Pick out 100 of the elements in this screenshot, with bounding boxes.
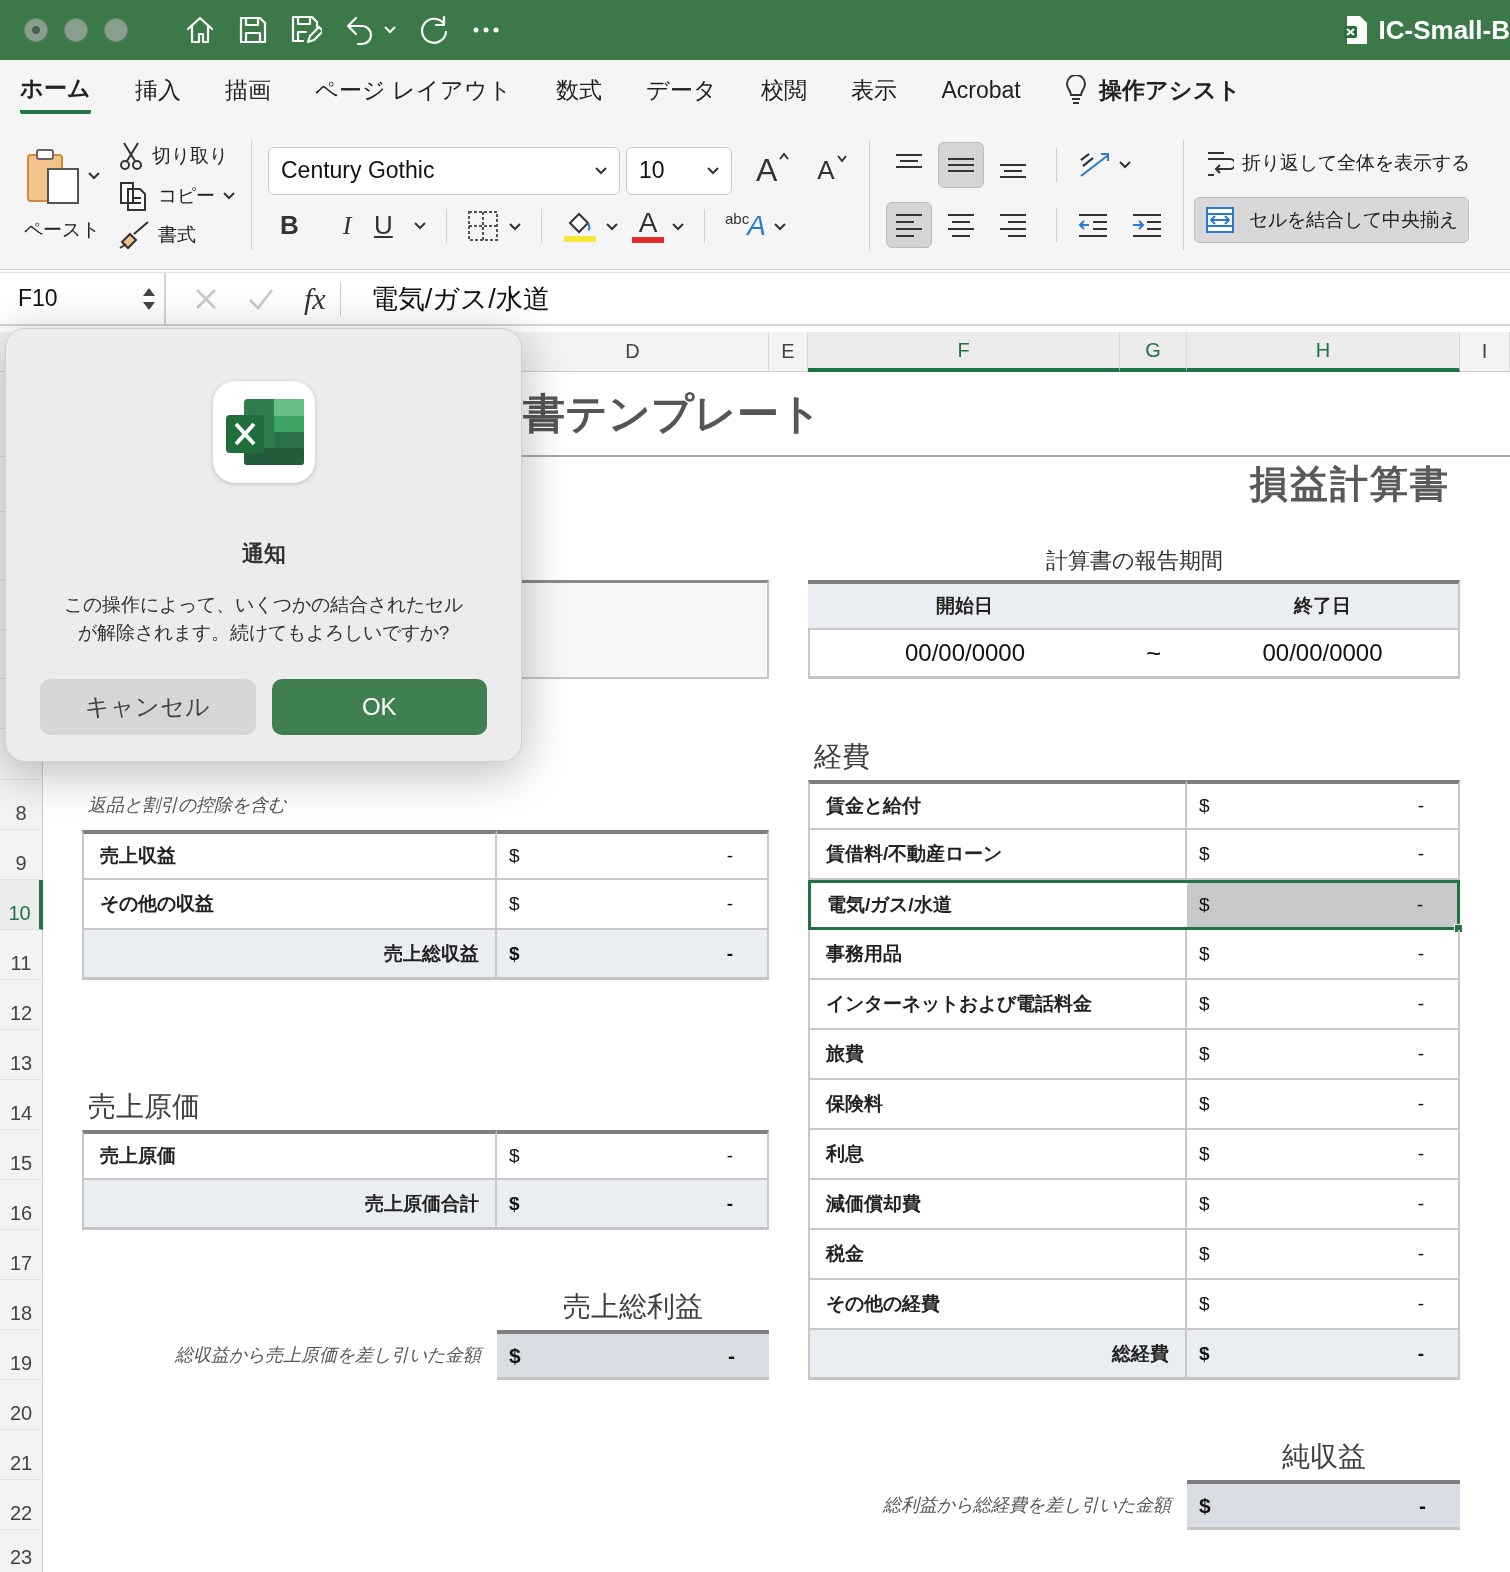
period-caption: 計算書の報告期間 (1044, 547, 1224, 575)
fill-handle[interactable] (1454, 924, 1463, 933)
brush-icon[interactable] (118, 219, 150, 250)
column-header[interactable]: G (1120, 332, 1187, 372)
copy-button[interactable]: コピー (158, 182, 215, 209)
caret-up-icon[interactable] (779, 152, 790, 160)
cell-value: - (1417, 1093, 1424, 1115)
section-note: 返品と割引の控除を含む (87, 794, 288, 817)
formula-input[interactable]: 電気/ガス/水道 (370, 280, 550, 317)
underline-button[interactable]: U (374, 210, 414, 241)
currency-symbol: $ (1199, 894, 1210, 916)
cut-button[interactable]: 切り取り (152, 142, 228, 169)
ribbon-tab[interactable]: 描画 (225, 68, 271, 112)
amount-cell[interactable]: $ - (1187, 1180, 1460, 1230)
row-header[interactable]: 14 (0, 1080, 43, 1130)
save-edit-icon[interactable] (290, 14, 322, 46)
row-header[interactable]: 9 (0, 830, 43, 880)
row-header[interactable]: 13 (0, 1030, 43, 1080)
row-header[interactable]: 20 (0, 1380, 43, 1430)
ok-button[interactable]: OK (271, 679, 487, 735)
home-icon[interactable] (184, 14, 216, 46)
amount-cell[interactable]: $ - (1187, 1330, 1460, 1380)
amount-cell[interactable]: $ - (1187, 1130, 1460, 1180)
caret-icon[interactable] (773, 222, 786, 231)
tell-me-button[interactable]: 操作アシスト (1098, 68, 1241, 112)
amount-cell[interactable]: $ - (1187, 880, 1460, 930)
amount-cell[interactable]: $ - (1187, 1230, 1460, 1280)
ribbon-tab[interactable]: データ (646, 68, 718, 112)
cancel-button[interactable]: キャンセル (40, 679, 256, 735)
format-painter-button[interactable]: 書式 (158, 221, 196, 248)
paste-label[interactable]: ペースト (24, 216, 100, 243)
insert-function-button[interactable]: fx (304, 281, 341, 316)
amount-cell[interactable]: $ - (1187, 1080, 1460, 1130)
currency-symbol: $ (1199, 1243, 1210, 1265)
paste-icon[interactable] (24, 146, 82, 205)
column-header[interactable]: H (1187, 332, 1460, 372)
caret-icon[interactable] (88, 171, 100, 180)
amount-cell[interactable]: $ - (497, 1180, 769, 1230)
column-header[interactable]: E (769, 332, 808, 372)
bold-button[interactable]: B (280, 210, 320, 241)
merge-cells-icon[interactable] (1204, 205, 1235, 234)
row-header[interactable]: 21 (0, 1430, 43, 1480)
row-header[interactable]: 17 (0, 1230, 43, 1280)
italic-button[interactable]: I (320, 210, 374, 241)
amount-cell[interactable]: $ - (1187, 1030, 1460, 1080)
row-header[interactable]: 8 (0, 780, 43, 830)
ribbon-tab[interactable]: 挿入 (135, 68, 181, 112)
decrease-font-size-button[interactable]: A (817, 155, 847, 186)
caret-icon[interactable] (707, 166, 719, 175)
row-header[interactable]: 18 (0, 1280, 43, 1330)
caret-icon[interactable] (606, 222, 618, 231)
borders-icon[interactable] (467, 209, 499, 242)
row-header[interactable]: 10 (0, 880, 43, 930)
row-header[interactable]: 16 (0, 1180, 43, 1230)
name-box[interactable]: F10 (0, 273, 166, 324)
date-cell[interactable]: 00/00/0000 (1187, 630, 1460, 679)
ribbon-tab[interactable]: Acrobat (941, 70, 1021, 110)
column-header[interactable]: I (1460, 332, 1510, 372)
amount-cell[interactable]: $ - (497, 930, 769, 980)
caret-icon[interactable] (509, 222, 521, 231)
lightbulb-icon[interactable] (1064, 75, 1087, 105)
cell-value: - (1417, 943, 1424, 965)
align-middle-button[interactable] (937, 141, 984, 188)
ribbon-tab[interactable]: 表示 (851, 68, 898, 112)
currency-symbol: $ (1199, 943, 1210, 965)
caret-down-icon[interactable] (836, 155, 847, 163)
redo-icon[interactable] (418, 14, 450, 46)
align-left-button[interactable] (885, 201, 932, 248)
increase-font-size-button[interactable]: A (756, 152, 790, 189)
amount-cell[interactable]: $ - (497, 830, 769, 880)
ribbon-tab[interactable]: ページ レイアウト (315, 68, 513, 112)
font-name-dropdown[interactable]: Century Gothic (268, 146, 620, 195)
row-header[interactable]: 11 (0, 930, 43, 980)
row-header[interactable]: 15 (0, 1130, 43, 1180)
caret-icon[interactable] (414, 221, 426, 230)
caret-icon[interactable] (1118, 160, 1131, 169)
table-cell: 税金 (808, 1230, 1187, 1280)
caret-icon[interactable] (223, 191, 235, 200)
merge-center-button[interactable]: セルを結合して中央揃え (1193, 196, 1469, 243)
caret-icon[interactable] (595, 166, 607, 175)
more-icon[interactable] (472, 26, 500, 34)
ribbon-tab[interactable]: 校閲 (761, 68, 808, 112)
ribbon-tab[interactable]: ホーム (20, 66, 91, 114)
font-color-button[interactable]: A (632, 208, 664, 243)
ribbon-tab[interactable]: 数式 (556, 68, 603, 112)
row-header[interactable]: 12 (0, 980, 43, 1030)
caret-icon[interactable] (672, 222, 684, 231)
save-icon[interactable] (238, 15, 268, 45)
date-cell[interactable]: 00/00/0000 (808, 630, 1120, 679)
row-header[interactable]: 22 (0, 1480, 43, 1530)
amount-cell[interactable]: $ - (1187, 780, 1460, 830)
table-cell: 賃借料/不動産ローン (808, 830, 1187, 880)
range-separator: ~ (1144, 638, 1163, 668)
font-size-dropdown[interactable]: 10 (626, 146, 732, 195)
wrap-text-button[interactable]: 折り返して全体を表示する (1241, 149, 1470, 176)
row-header[interactable]: 19 (0, 1330, 43, 1380)
amount-cell[interactable]: $ - (1187, 930, 1460, 980)
row-header[interactable]: 23 (0, 1530, 43, 1572)
amount-cell[interactable]: $ - (1187, 980, 1460, 1030)
column-header[interactable]: F (808, 332, 1120, 372)
